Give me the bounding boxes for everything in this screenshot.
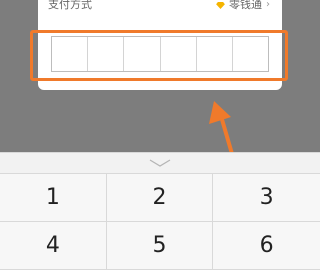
- key-1[interactable]: 1: [0, 174, 107, 222]
- payment-method-value: 零钱通: [229, 0, 262, 11]
- key-6[interactable]: 6: [213, 222, 320, 270]
- key-grid: 1 2 3 4 5 6: [0, 173, 320, 270]
- diamond-icon: [216, 1, 225, 9]
- payment-method-row[interactable]: 支付方式 零钱通 ›: [38, 0, 282, 16]
- chevron-down-icon: [149, 159, 171, 167]
- key-4[interactable]: 4: [0, 222, 107, 270]
- key-5[interactable]: 5: [106, 222, 214, 270]
- numeric-keypad: 1 2 3 4 5 6: [0, 152, 320, 270]
- chevron-right-icon: ›: [266, 0, 270, 10]
- keypad-collapse-button[interactable]: [0, 153, 320, 173]
- highlight-box: [30, 30, 288, 81]
- key-2[interactable]: 2: [106, 174, 214, 222]
- payment-method-value-wrap[interactable]: 零钱通 ›: [216, 0, 270, 12]
- payment-method-label: 支付方式: [48, 0, 92, 11]
- key-3[interactable]: 3: [213, 174, 320, 222]
